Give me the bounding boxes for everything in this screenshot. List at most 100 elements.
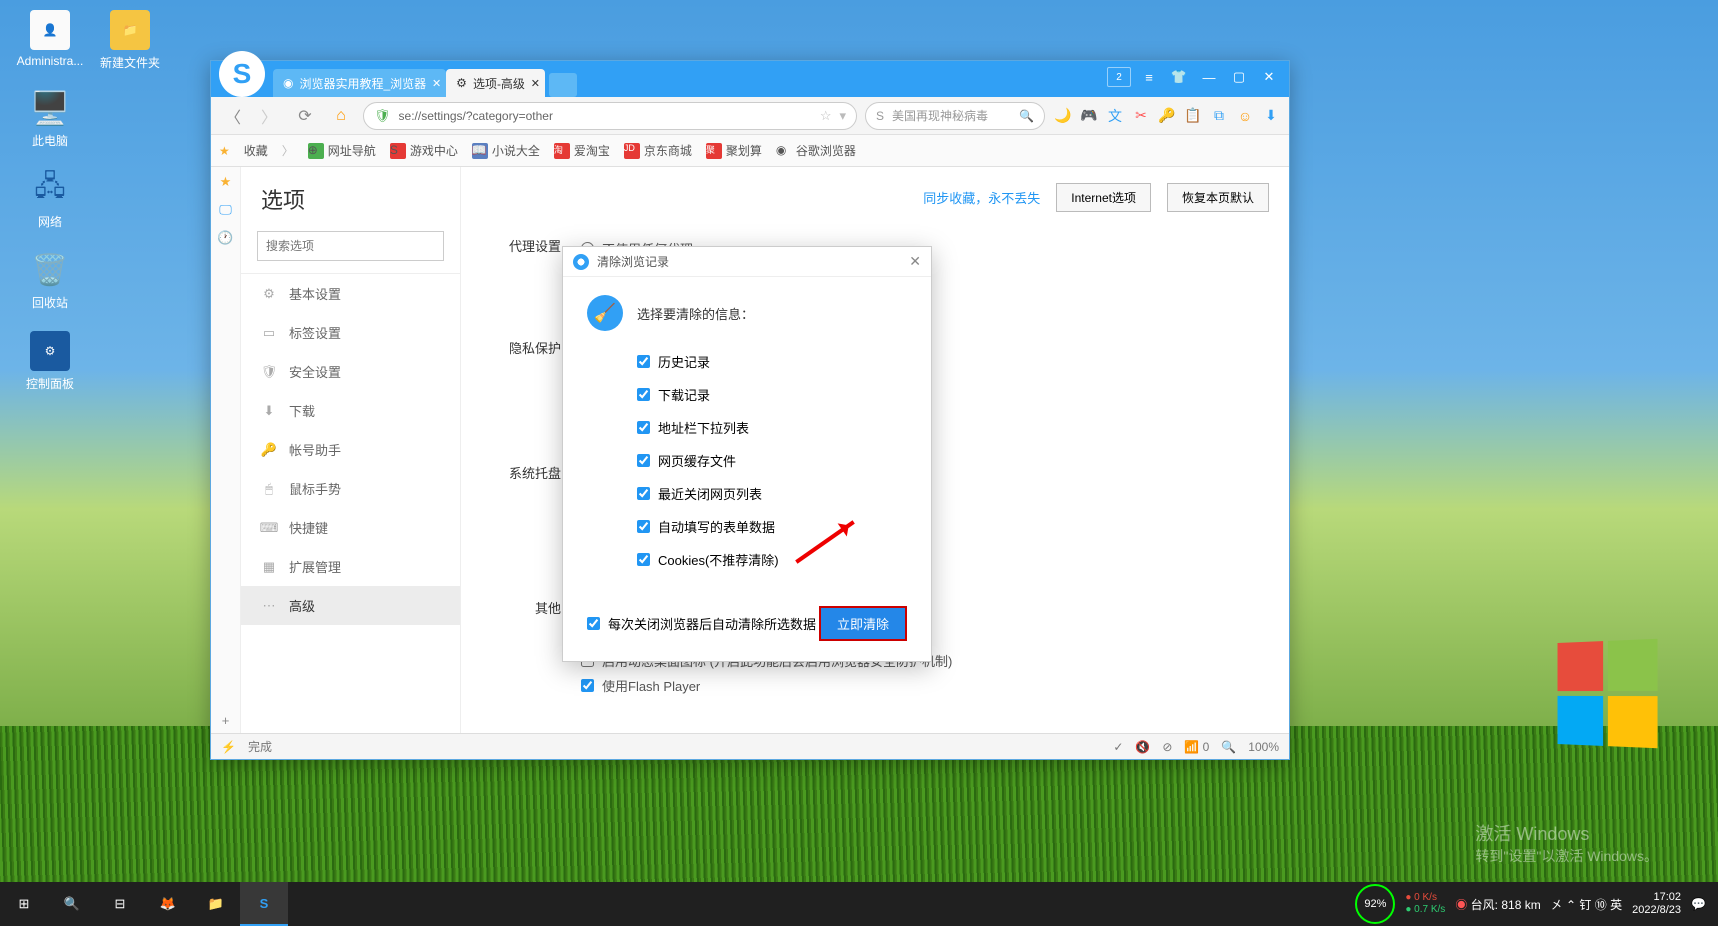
menu-gestures[interactable]: 🖱鼠标手势	[241, 469, 460, 508]
desktop-icon-control-panel[interactable]: ⚙控制面板	[10, 331, 90, 392]
monitor-icon[interactable]: 🖵	[217, 201, 235, 219]
bookmark-novels[interactable]: 📖小说大全	[472, 142, 540, 159]
check-cookies[interactable]	[637, 553, 650, 566]
sync-link[interactable]: 同步收藏，永不丢失	[923, 188, 1040, 207]
skin-icon[interactable]: 👕	[1167, 67, 1191, 87]
bookmark-games[interactable]: S游戏中心	[390, 142, 458, 159]
menu-advanced[interactable]: ⋯高级	[241, 586, 460, 625]
new-tab-button[interactable]	[549, 73, 577, 97]
plus-icon[interactable]: +	[217, 715, 235, 733]
menu-download[interactable]: ⬇下载	[241, 391, 460, 430]
desktop-icon-network[interactable]: 🖧网络	[10, 169, 90, 230]
desktop-icon-new-folder[interactable]: 📁新建文件夹	[90, 10, 170, 71]
maximize-button[interactable]: ▢	[1227, 67, 1251, 87]
star-icon[interactable]: ★	[217, 173, 235, 191]
internet-options-button[interactable]: Internet选项	[1056, 183, 1151, 212]
zoom-icon[interactable]: 🔍	[1221, 740, 1236, 754]
history-icon[interactable]: 🕐	[217, 229, 235, 247]
search-options-input[interactable]	[257, 231, 444, 261]
key-icon[interactable]: 🔑	[1157, 106, 1177, 126]
search-bar[interactable]: S 美国再现神秘病毒 🔍	[865, 102, 1045, 130]
note-icon[interactable]: 📋	[1183, 106, 1203, 126]
weather-widget[interactable]: ◉ 台风: 818 km	[1455, 896, 1540, 913]
account-badge[interactable]: 2	[1107, 67, 1131, 87]
taskbar-explorer[interactable]: 📁	[192, 882, 240, 926]
minimize-button[interactable]: —	[1197, 67, 1221, 87]
address-bar[interactable]: 🛡 ☆ ▾	[363, 102, 857, 130]
check-downloads[interactable]	[637, 388, 650, 401]
menu-icon[interactable]: ≡	[1137, 67, 1161, 87]
game-icon[interactable]: 🎮	[1079, 106, 1099, 126]
check-addressbar[interactable]	[637, 421, 650, 434]
task-view-button[interactable]: ⊟	[96, 882, 144, 926]
close-button[interactable]: ✕	[1257, 67, 1281, 87]
face-icon[interactable]: ☺	[1235, 106, 1255, 126]
taskbar: ⊞ 🔍 ⊟ 🦊 📁 S 92% ● 0 K/s ● 0.7 K/s ◉ 台风: …	[0, 882, 1718, 926]
taskbar-sogou[interactable]: S	[240, 882, 288, 926]
back-button[interactable]: 〈	[219, 102, 247, 130]
desktop-icon-administrator[interactable]: 👤Administra...	[10, 10, 90, 68]
lightning-icon[interactable]: ⚡	[221, 740, 236, 754]
check-cache[interactable]	[637, 454, 650, 467]
bookmark-jd[interactable]: JD京东商城	[624, 142, 692, 159]
clear-now-button[interactable]: 立即清除	[819, 606, 907, 641]
menu-extensions[interactable]: ▦扩展管理	[241, 547, 460, 586]
dialog-heading: 选择要清除的信息：	[637, 304, 754, 323]
restore-defaults-button[interactable]: 恢复本页默认	[1167, 183, 1269, 212]
cpu-gauge[interactable]: 92%	[1355, 884, 1395, 924]
clock[interactable]: 17:02 2022/8/23	[1632, 891, 1681, 917]
tabs-icon: ▭	[261, 325, 277, 341]
side-rail: ★ 🖵 🕐 +	[211, 167, 241, 733]
menu-account[interactable]: 🔑帐号助手	[241, 430, 460, 469]
check-recent-closed[interactable]	[637, 487, 650, 500]
copy-icon[interactable]: ⧉	[1209, 106, 1229, 126]
screenshot-icon[interactable]: ✂	[1131, 106, 1151, 126]
tab-tutorial[interactable]: ◉ 浏览器实用教程_浏览器 ✕	[273, 69, 446, 97]
check-flash[interactable]	[581, 679, 594, 692]
broadcast-icon[interactable]: 📶 0	[1184, 740, 1209, 754]
dialog-title: 清除浏览记录	[597, 253, 909, 270]
chevron-right-icon: 〉	[282, 142, 294, 159]
desktop-icon-this-pc[interactable]: 🖥️此电脑	[10, 88, 90, 149]
bookmark-taobao[interactable]: 淘爱淘宝	[554, 142, 610, 159]
mute-icon[interactable]: 🔇	[1135, 740, 1150, 754]
check-auto-clear[interactable]	[587, 617, 600, 630]
search-button[interactable]: 🔍	[48, 882, 96, 926]
bookmark-juhuasuan[interactable]: 聚聚划算	[706, 142, 762, 159]
menu-tabs[interactable]: ▭标签设置	[241, 313, 460, 352]
chevron-down-icon[interactable]: ▾	[839, 108, 846, 124]
menu-basic[interactable]: ⚙基本设置	[241, 274, 460, 313]
moon-icon[interactable]: 🌙	[1053, 106, 1073, 126]
close-icon[interactable]: ✕	[432, 77, 441, 90]
menu-shortcut[interactable]: ⌨快捷键	[241, 508, 460, 547]
start-button[interactable]: ⊞	[0, 882, 48, 926]
tab-settings[interactable]: ⚙ 选项-高级 ✕	[446, 69, 545, 97]
check-history[interactable]	[637, 355, 650, 368]
check-icon[interactable]: ✓	[1113, 740, 1123, 754]
download-icon[interactable]: ⬇	[1261, 106, 1281, 126]
close-icon[interactable]: ✕	[909, 253, 921, 270]
notifications-icon[interactable]: 💬	[1691, 897, 1706, 911]
refresh-button[interactable]: ⟳	[291, 102, 319, 130]
check-form-data[interactable]	[637, 520, 650, 533]
forward-button[interactable]: 〉	[255, 102, 283, 130]
browser-logo-icon[interactable]: S	[219, 51, 265, 97]
translate-icon[interactable]: 文	[1105, 106, 1125, 126]
address-input[interactable]	[399, 109, 812, 123]
star-icon[interactable]: ☆	[820, 108, 832, 124]
windows-logo-decoration	[1558, 639, 1658, 748]
taskbar-firefox[interactable]: 🦊	[144, 882, 192, 926]
tray-icons[interactable]: 㐅 ⌃ 钉 ⑩ 英	[1551, 896, 1622, 913]
home-button[interactable]: ⌂	[327, 102, 355, 130]
grid-icon: ▦	[261, 559, 277, 575]
status-text: 完成	[248, 738, 272, 755]
search-icon[interactable]: 🔍	[1019, 109, 1034, 123]
shield-icon: 🛡	[261, 364, 277, 380]
bookmark-chrome[interactable]: ◉谷歌浏览器	[776, 142, 856, 159]
menu-security[interactable]: 🛡安全设置	[241, 352, 460, 391]
bookmark-navigation[interactable]: ⊕网址导航	[308, 142, 376, 159]
ad-block-icon[interactable]: ⊘	[1162, 740, 1172, 754]
keyboard-icon: ⌨	[261, 520, 277, 536]
close-icon[interactable]: ✕	[531, 77, 540, 90]
desktop-icon-recycle-bin[interactable]: 🗑️回收站	[10, 250, 90, 311]
